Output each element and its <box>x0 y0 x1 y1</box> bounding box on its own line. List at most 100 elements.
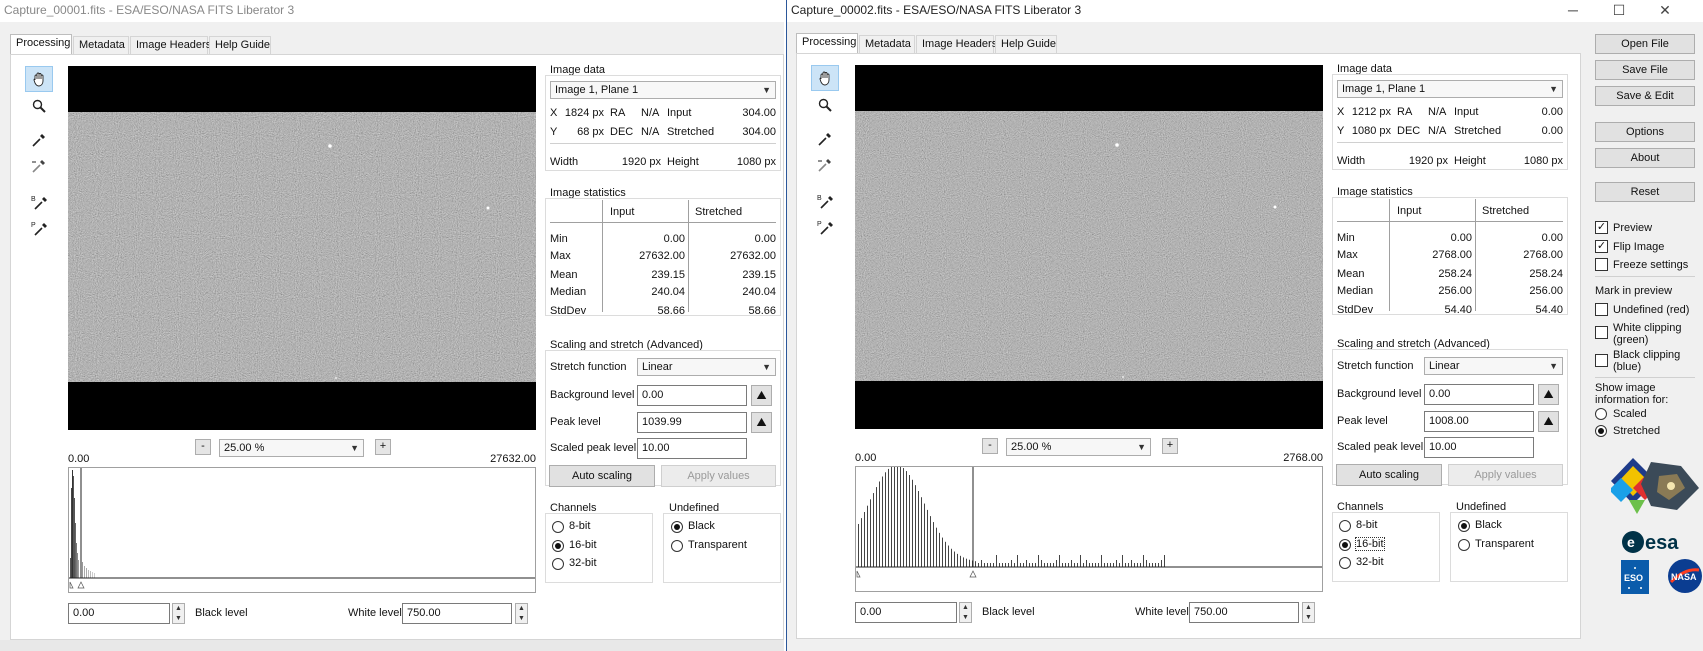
histogram-bar <box>1134 563 1135 567</box>
tab-image-headers[interactable]: Image Headers <box>130 36 211 54</box>
histogram-bar <box>1017 555 1018 567</box>
scaled-peak-level-input[interactable]: 10.00 <box>637 438 747 459</box>
histogram-bar <box>1110 563 1111 567</box>
tab-processing[interactable]: Processing <box>10 34 72 55</box>
zoom-select[interactable]: 25.00 % ▼ <box>1006 438 1151 456</box>
eyedropper-icon[interactable] <box>811 127 839 153</box>
undefined-transparent-radio[interactable] <box>671 540 683 552</box>
white-clipping-checkbox[interactable] <box>1595 326 1608 339</box>
zoom-icon[interactable] <box>25 94 53 120</box>
white-level-spinner[interactable]: ▲ ▼ <box>1302 602 1315 623</box>
undefined-red-checkbox[interactable] <box>1595 303 1608 316</box>
input-label: Input <box>1454 106 1479 118</box>
white-level-input[interactable]: 750.00 <box>1189 602 1299 623</box>
channel-16bit-radio[interactable] <box>552 540 564 552</box>
black-clipping-checkbox[interactable] <box>1595 354 1608 367</box>
flip-image-checkbox[interactable]: ✓ <box>1595 240 1608 253</box>
channel-32bit-radio[interactable] <box>552 558 564 570</box>
eyedropper-b-icon[interactable]: B <box>811 189 839 215</box>
stretch-function-select[interactable]: Linear ▼ <box>637 358 776 376</box>
preview-checkbox[interactable]: ✓ <box>1595 221 1608 234</box>
histogram-bar <box>963 557 964 567</box>
channel-32bit-radio[interactable] <box>1339 557 1351 569</box>
eyedropper-p-icon[interactable]: P <box>25 216 53 242</box>
zoom-out-button[interactable]: - <box>195 439 211 455</box>
undefined-black-radio[interactable] <box>671 521 683 533</box>
freeze-settings-checkbox[interactable] <box>1595 258 1608 271</box>
histogram-bar <box>948 545 949 567</box>
peak-pick-icon[interactable]: ⛰ <box>751 412 772 433</box>
save-edit-button[interactable]: Save & Edit <box>1595 86 1695 106</box>
scaled-peak-level-input[interactable]: 10.00 <box>1424 437 1534 458</box>
info-panel: Image data Image 1, Plane 1 ▼ X 1824 px … <box>545 55 781 641</box>
tab-metadata[interactable]: Metadata <box>73 36 129 54</box>
peak-level-input[interactable]: 1008.00 <box>1424 411 1534 432</box>
black-level-spinner[interactable]: ▲ ▼ <box>172 603 185 624</box>
zoom-in-button[interactable]: + <box>1162 438 1178 454</box>
eyedropper-minus-icon[interactable] <box>811 153 839 179</box>
black-level-input[interactable]: 0.00 <box>68 603 170 624</box>
stat-label-mean: Mean <box>1337 268 1365 280</box>
auto-scaling-button[interactable]: Auto scaling <box>549 465 655 487</box>
channel-16bit-radio[interactable] <box>1339 539 1351 551</box>
zoom-out-button[interactable]: - <box>982 438 998 454</box>
options-button[interactable]: Options <box>1595 122 1695 142</box>
histogram[interactable] <box>68 467 536 593</box>
tab-processing[interactable]: Processing <box>796 33 858 54</box>
histogram[interactable] <box>855 466 1323 592</box>
undefined-transparent-radio[interactable] <box>1458 539 1470 551</box>
histogram-bar <box>1056 560 1057 567</box>
background-pick-icon[interactable]: ⛰ <box>1538 384 1559 405</box>
image-preview[interactable] <box>68 66 536 430</box>
apply-values-button[interactable]: Apply values <box>661 465 776 487</box>
white-level-spinner[interactable]: ▲ ▼ <box>515 603 528 624</box>
divider <box>688 200 689 312</box>
background-level-input[interactable]: 0.00 <box>637 385 747 406</box>
open-file-button[interactable]: Open File <box>1595 34 1695 54</box>
zoom-select[interactable]: 25.00 % ▼ <box>219 439 364 457</box>
channel-8bit-radio[interactable] <box>1339 520 1351 532</box>
background-level-input[interactable]: 0.00 <box>1424 384 1534 405</box>
hand-icon[interactable] <box>811 65 839 91</box>
histogram-bar <box>1143 555 1144 567</box>
titlebar[interactable]: Capture_00001.fits - ESA/ESO/NASA FITS L… <box>0 0 784 22</box>
scaled-radio[interactable] <box>1595 408 1607 420</box>
eyedropper-p-icon[interactable]: P <box>811 215 839 241</box>
plane-select[interactable]: Image 1, Plane 1 ▼ <box>1337 80 1563 98</box>
maximize-icon[interactable]: ☐ <box>1596 0 1642 22</box>
image-preview[interactable] <box>855 65 1323 429</box>
black-level-input[interactable]: 0.00 <box>855 602 957 623</box>
close-icon[interactable]: ✕ <box>1642 0 1688 22</box>
histogram-bar <box>1080 555 1081 567</box>
tab-help-guide[interactable]: Help Guide <box>209 36 271 54</box>
stat-label-min: Min <box>550 233 568 245</box>
peak-level-input[interactable]: 1039.99 <box>637 412 747 433</box>
peak-pick-icon[interactable]: ⛰ <box>1538 411 1559 432</box>
stretched-radio[interactable] <box>1595 425 1607 437</box>
eyedropper-icon[interactable] <box>25 128 53 154</box>
about-button[interactable]: About <box>1595 148 1695 168</box>
zoom-icon[interactable] <box>811 93 839 119</box>
stat-stretched-mean: 239.15 <box>742 269 776 281</box>
reset-button[interactable]: Reset <box>1595 182 1695 202</box>
black-level-spinner[interactable]: ▲ ▼ <box>959 602 972 623</box>
tab-metadata[interactable]: Metadata <box>859 35 915 53</box>
plane-select[interactable]: Image 1, Plane 1 ▼ <box>550 81 776 99</box>
zoom-in-button[interactable]: + <box>375 439 391 455</box>
undefined-black-radio[interactable] <box>1458 520 1470 532</box>
tab-image-headers[interactable]: Image Headers <box>916 35 997 53</box>
eso-logo: ESO <box>1621 560 1649 594</box>
channel-8bit-radio[interactable] <box>552 521 564 533</box>
background-pick-icon[interactable]: ⛰ <box>751 385 772 406</box>
tab-help-guide[interactable]: Help Guide <box>995 35 1057 53</box>
white-level-input[interactable]: 750.00 <box>402 603 512 624</box>
eyedropper-b-icon[interactable]: B <box>25 190 53 216</box>
hand-icon[interactable] <box>25 66 53 92</box>
save-file-button[interactable]: Save File <box>1595 60 1695 80</box>
minimize-icon[interactable]: ─ <box>1550 0 1596 22</box>
apply-values-button[interactable]: Apply values <box>1448 464 1563 486</box>
eyedropper-minus-icon[interactable] <box>25 154 53 180</box>
stretch-function-select[interactable]: Linear ▼ <box>1424 357 1563 375</box>
titlebar[interactable]: Capture_00002.fits - ESA/ESO/NASA FITS L… <box>787 0 1703 22</box>
auto-scaling-button[interactable]: Auto scaling <box>1336 464 1442 486</box>
